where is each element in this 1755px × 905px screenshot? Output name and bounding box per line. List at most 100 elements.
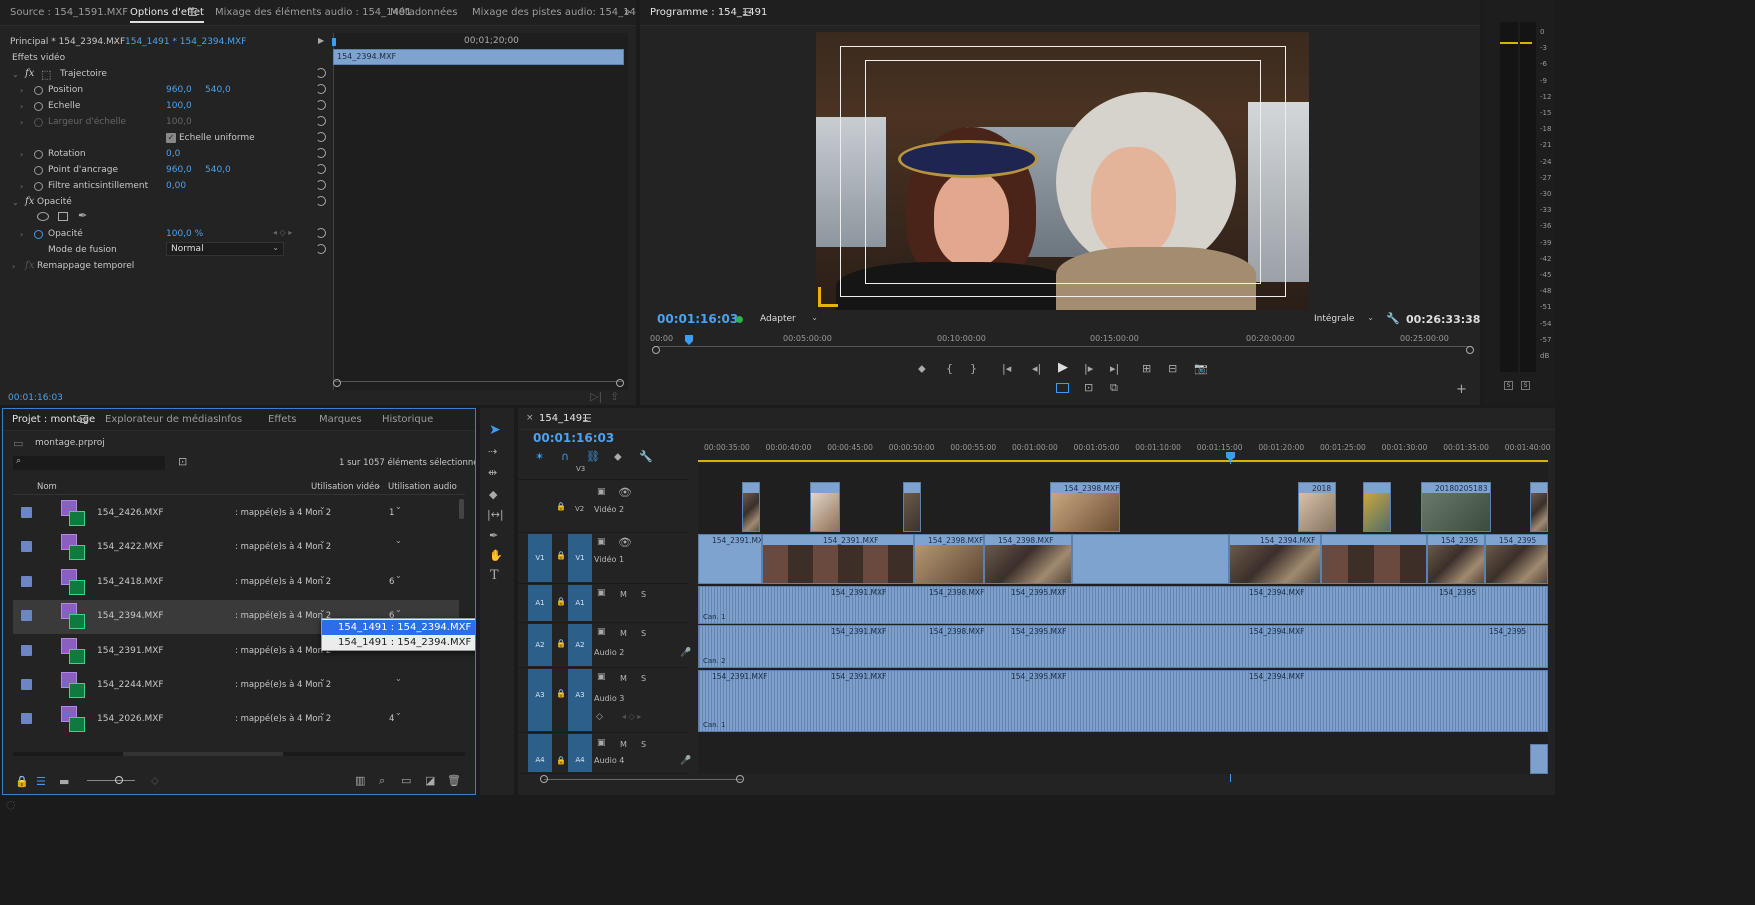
a2-mute[interactable]: M bbox=[620, 629, 627, 638]
label-color-swatch[interactable] bbox=[21, 679, 32, 690]
nest-icon[interactable]: ✶ bbox=[535, 450, 544, 463]
project-list-item[interactable]: 154_2418.MXF: mappé(e)s à 4 Mon 2 ⌄ 6 ⌄ bbox=[13, 566, 459, 600]
overflow-chevron-icon[interactable]: » bbox=[624, 5, 631, 18]
go-to-in-icon[interactable]: |◂ bbox=[1002, 362, 1011, 375]
export-frame-icon[interactable]: 📷 bbox=[1194, 362, 1208, 375]
track-select-tool-icon[interactable]: ⇢ bbox=[488, 445, 497, 458]
mark-in-icon[interactable]: { bbox=[946, 362, 953, 375]
v2-clip-2018[interactable]: 2018 bbox=[1298, 482, 1336, 532]
pen-mask-icon[interactable]: ✒ bbox=[78, 209, 87, 222]
expand-arrow-icon[interactable]: ▶ bbox=[318, 36, 324, 45]
fusion-dropdown[interactable]: Normal ⌄ bbox=[166, 242, 284, 256]
mark-out-icon[interactable]: } bbox=[970, 362, 977, 375]
effect-scroll-handle-left[interactable] bbox=[333, 379, 341, 387]
video-usage-chevron-icon[interactable]: ⌄ bbox=[319, 674, 326, 683]
position-stopwatch-icon[interactable] bbox=[34, 86, 43, 95]
label-color-swatch[interactable] bbox=[21, 713, 32, 725]
export-icon[interactable]: ⇪ bbox=[610, 390, 619, 403]
a3-sync-icon[interactable]: ▣ bbox=[597, 672, 606, 682]
project-item-video-usage[interactable]: : mappé(e)s à 4 Mon 2 bbox=[235, 508, 331, 518]
a3-mute[interactable]: M bbox=[620, 674, 627, 683]
slip-tool-icon[interactable]: |↔| bbox=[487, 508, 504, 521]
audio-usage-chevron-icon[interactable]: ⌄ bbox=[395, 502, 402, 511]
audio-usage-chevron-icon[interactable]: ⌄ bbox=[395, 674, 402, 683]
filtre-stopwatch-icon[interactable] bbox=[34, 182, 43, 191]
project-item-video-usage[interactable]: : mappé(e)s à 4 Mon 2 bbox=[235, 680, 331, 690]
tab-history[interactable]: Historique bbox=[382, 414, 433, 425]
new-search-bin-icon[interactable]: ⊡ bbox=[178, 455, 187, 468]
usage-popup-item-2[interactable]: 154_1491 : 154_2394.MXF : 00:01:27:37 bbox=[322, 635, 475, 650]
pen-tool-icon[interactable]: ✒ bbox=[489, 529, 498, 542]
track-a4-target[interactable]: A4 bbox=[568, 734, 592, 772]
label-color-swatch[interactable] bbox=[21, 541, 32, 553]
opacite-fx-icon[interactable]: fx bbox=[25, 196, 34, 207]
audio-usage-chevron-icon[interactable]: ⌄ bbox=[395, 708, 402, 717]
audio-usage-chevron-icon[interactable]: ⌄ bbox=[395, 536, 402, 545]
step-back-icon[interactable]: ◂| bbox=[1032, 362, 1041, 375]
master-clip-label[interactable]: Principal * 154_2394.MXF bbox=[10, 37, 125, 47]
v1-lock-icon[interactable]: 🔒 bbox=[556, 551, 566, 560]
v2-clip-e[interactable] bbox=[1530, 482, 1548, 532]
track-a2-source-patch[interactable]: A2 bbox=[528, 624, 552, 666]
timeline-ruler[interactable]: 00:00:35:00 00:00:40:00 00:00:45:00 00:00:5… bbox=[698, 438, 1551, 462]
program-video-frame[interactable] bbox=[816, 32, 1309, 310]
keyframe-nav-icon[interactable]: ◂ ◇ ▸ bbox=[273, 228, 292, 237]
position-y-value[interactable]: 540,0 bbox=[205, 85, 231, 95]
program-timecode[interactable]: 00:01:16:03 bbox=[657, 312, 738, 326]
selection-tool-icon[interactable]: ➤ bbox=[489, 422, 501, 438]
icon-view-icon[interactable]: ▬ bbox=[59, 775, 69, 788]
echelle-value[interactable]: 100,0 bbox=[166, 101, 192, 111]
play-icon[interactable]: ▶ bbox=[1058, 360, 1068, 375]
label-color-swatch[interactable] bbox=[21, 610, 32, 622]
ripple-edit-tool-icon[interactable]: ⇹ bbox=[488, 466, 497, 479]
tab-markers[interactable]: Marques bbox=[319, 414, 362, 425]
ancrage-y-value[interactable]: 540,0 bbox=[205, 165, 231, 175]
project-item-audio-usage[interactable]: 4 bbox=[389, 714, 394, 724]
project-list-item[interactable]: 154_2426.MXF: mappé(e)s à 4 Mon 2 ⌄ 1 ⌄ bbox=[13, 497, 459, 531]
reset-opacite-icon[interactable] bbox=[316, 228, 326, 238]
timeline-track-area[interactable]: 154_2398.MXF 2018 20180205183 154_2391.M… bbox=[698, 464, 1548, 774]
col-audio-usage[interactable]: Utilisation audio bbox=[388, 482, 457, 492]
col-name[interactable]: Nom bbox=[37, 482, 57, 492]
v1-clip-2[interactable]: 154_2391.MXF bbox=[762, 534, 914, 584]
v2-clip-d[interactable] bbox=[1363, 482, 1391, 532]
v2-clip-20180205[interactable]: 20180205183 bbox=[1421, 482, 1491, 532]
a2-track-clips[interactable]: 154_2391.MXF 154_2398.MXF 154_2395.MXF 1… bbox=[698, 625, 1548, 668]
v1-clip-2394[interactable]: 154_2394.MXF bbox=[1229, 534, 1321, 584]
rotation-expand-icon[interactable]: › bbox=[20, 150, 23, 159]
automate-sequence-icon[interactable]: ▥ bbox=[355, 774, 365, 787]
sequence-clip-label[interactable]: 154_1491 * 154_2394.MXF bbox=[125, 37, 246, 47]
new-item-icon[interactable]: ◪ bbox=[425, 774, 435, 787]
tab-metadata[interactable]: Métadonnées bbox=[390, 7, 458, 18]
ancrage-x-value[interactable]: 960,0 bbox=[166, 165, 192, 175]
a4-track-empty[interactable] bbox=[698, 734, 1548, 774]
reset-rotation-icon[interactable] bbox=[316, 148, 326, 158]
track-a1-source-patch[interactable]: A1 bbox=[528, 585, 552, 621]
project-menu-icon[interactable]: ☰ bbox=[79, 413, 89, 426]
project-item-audio-usage[interactable]: 6 bbox=[389, 577, 394, 587]
video-usage-chevron-icon[interactable]: ⌄ bbox=[319, 605, 326, 614]
a3-keyframe-nav-icon[interactable]: ◂ ◇ ▸ bbox=[622, 712, 641, 721]
sort-icons-icon[interactable]: ⬦ bbox=[151, 774, 159, 788]
fit-dropdown[interactable]: Adapter ⌄ bbox=[754, 313, 820, 327]
project-list-item[interactable]: 154_2026.MXF: mappé(e)s à 4 Mon 2 ⌄ 4 ⌄ bbox=[13, 703, 459, 737]
timeline-hscroll-left[interactable] bbox=[540, 775, 548, 783]
v2-eye-icon[interactable]: 👁 bbox=[618, 486, 632, 499]
position-expand-icon[interactable]: › bbox=[20, 86, 23, 95]
filtre-expand-icon[interactable]: › bbox=[20, 182, 23, 191]
v1-clip-2395a[interactable]: 154_2395 bbox=[1427, 534, 1485, 584]
rectangle-mask-icon[interactable] bbox=[58, 212, 68, 221]
tab-infos[interactable]: Infos bbox=[218, 414, 242, 425]
echelle-stopwatch-icon[interactable] bbox=[34, 102, 43, 111]
timeline-menu-icon[interactable]: ☰ bbox=[582, 412, 592, 425]
a2-mic-icon[interactable]: 🎤 bbox=[680, 648, 691, 658]
reset-largeur-icon[interactable] bbox=[316, 116, 326, 126]
play-only-audio-icon[interactable]: ▷| bbox=[590, 390, 602, 403]
opacite-stopwatch-icon[interactable] bbox=[34, 230, 43, 239]
filtre-value[interactable]: 0,00 bbox=[166, 181, 186, 191]
video-usage-chevron-icon[interactable]: ⌄ bbox=[319, 571, 326, 580]
multicam-icon[interactable]: ⧉ bbox=[1110, 381, 1118, 395]
effect-scrollbar[interactable] bbox=[335, 381, 623, 386]
reset-filtre-icon[interactable] bbox=[316, 180, 326, 190]
v2-lock-icon[interactable]: 🔒 bbox=[556, 502, 566, 511]
